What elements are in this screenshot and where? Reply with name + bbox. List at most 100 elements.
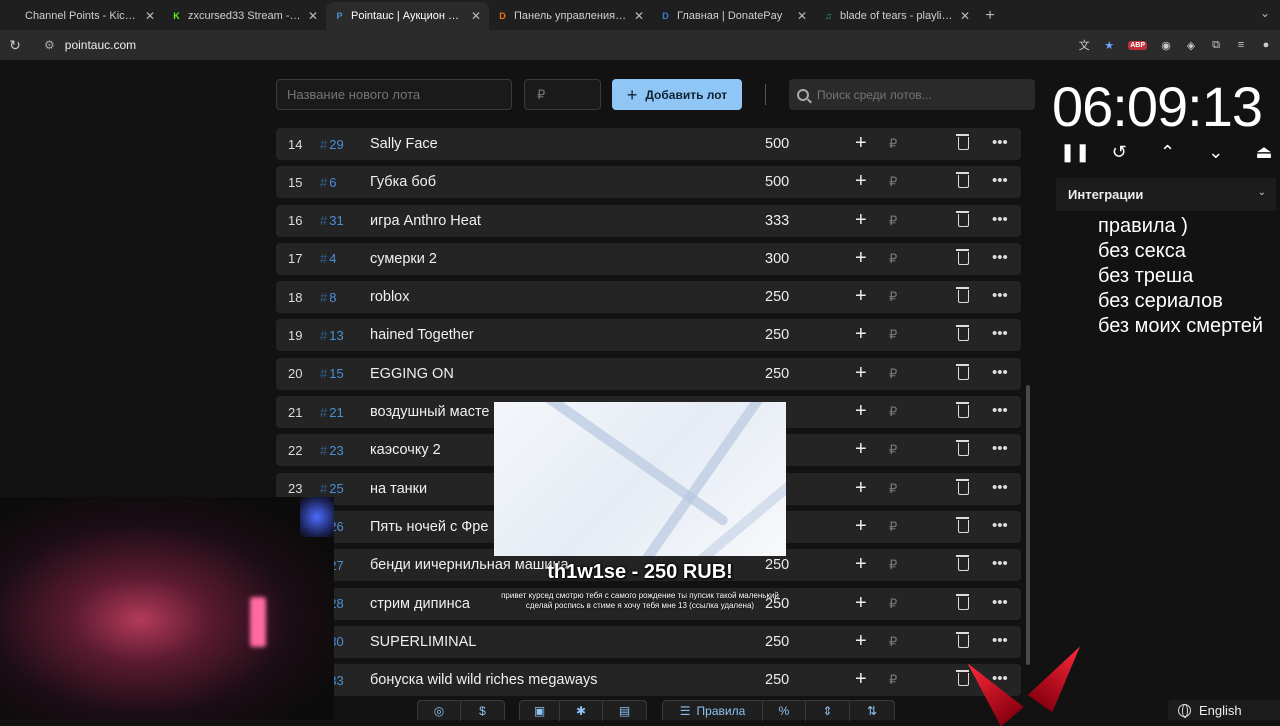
browser-tab[interactable]: Channel Points - Kick Dashboard ✕	[0, 2, 163, 30]
lot-name[interactable]: roblox	[370, 289, 410, 305]
bookmark-star-icon[interactable]: ★	[1103, 39, 1115, 52]
lot-name[interactable]: Губка боб	[370, 174, 436, 190]
integrations-panel[interactable]: Интеграции ⌄	[1056, 178, 1276, 211]
plus-icon[interactable]: +	[855, 516, 867, 536]
lot-row[interactable]: #33бонуска wild wild riches megaways250+…	[276, 664, 1021, 697]
chevron-up-icon[interactable]: ⌃	[1157, 142, 1179, 163]
lot-amount[interactable]: 500	[765, 136, 789, 152]
plus-icon[interactable]: +	[855, 286, 867, 306]
trash-icon[interactable]	[956, 210, 969, 227]
plus-icon[interactable]: +	[855, 324, 867, 344]
more-icon[interactable]: •••	[992, 440, 1008, 457]
more-icon[interactable]: •••	[992, 134, 1008, 151]
github-icon[interactable]: ◎	[418, 700, 461, 721]
trash-icon[interactable]	[956, 248, 969, 265]
lot-name[interactable]: SUPERLIMINAL	[370, 634, 476, 650]
lot-amount[interactable]: 250	[765, 289, 789, 305]
lot-name[interactable]: на танки	[370, 481, 427, 497]
lot-row[interactable]: #30SUPERLIMINAL250+₽•••	[276, 625, 1021, 658]
plus-icon[interactable]: +	[855, 133, 867, 153]
reset-icon[interactable]: ↺	[1108, 142, 1130, 163]
plus-icon[interactable]: +	[855, 171, 867, 191]
close-icon[interactable]: ✕	[308, 9, 318, 23]
more-icon[interactable]: •••	[992, 325, 1008, 342]
chevron-down-icon[interactable]: ⌄	[1205, 142, 1227, 163]
donate-icon[interactable]: $	[461, 701, 504, 721]
lots-scrollbar[interactable]	[1026, 385, 1030, 665]
lot-row[interactable]: 19 #13 hained Together 250 + ₽ •••	[276, 319, 1021, 352]
lot-row[interactable]: 14 #29 Sally Face 500 + ₽ •••	[276, 128, 1021, 160]
browser-tab[interactable]: D Главная | DonatePay ✕	[652, 2, 815, 30]
close-icon[interactable]: ✕	[634, 9, 644, 23]
translate-icon[interactable]: 文	[1078, 37, 1090, 53]
adblock-icon[interactable]: ABP	[1128, 40, 1147, 50]
more-icon[interactable]: •••	[992, 211, 1008, 228]
lot-row[interactable]: 18 #8 roblox 250 + ₽ •••	[276, 281, 1021, 314]
lot-search-input[interactable]	[817, 87, 1017, 102]
rules-button[interactable]: ☰ Правила	[663, 700, 763, 721]
lot-name[interactable]: Sally Face	[370, 136, 438, 152]
add-lot-button[interactable]: + Добавить лот	[612, 79, 742, 110]
chevron-down-icon[interactable]: ⌄	[1260, 6, 1270, 20]
trash-icon[interactable]	[956, 516, 969, 533]
browser-tab[interactable]: ♫ blade of tears - playlist by выбор ✕	[815, 2, 978, 30]
browser-tab[interactable]: P Pointauc | Аукцион для стримеров ✕	[326, 2, 489, 30]
reading-list-icon[interactable]: ≡	[1235, 39, 1247, 51]
close-icon[interactable]: ✕	[797, 9, 807, 23]
lot-amount[interactable]: 333	[765, 213, 789, 229]
more-icon[interactable]: •••	[992, 594, 1008, 611]
trash-icon[interactable]	[956, 670, 969, 687]
plus-icon[interactable]: +	[855, 631, 867, 651]
lot-name[interactable]: стрим дипинса	[370, 596, 470, 612]
new-tab-button[interactable]: +	[978, 2, 1002, 30]
trash-icon[interactable]	[956, 134, 969, 150]
trash-icon[interactable]	[956, 478, 969, 495]
lot-amount[interactable]: 300	[765, 251, 789, 267]
close-icon[interactable]: ✕	[145, 9, 155, 23]
lot-amount[interactable]: 250	[765, 327, 789, 343]
omnibox[interactable]: ⚙ pointauc.com	[36, 33, 1056, 57]
trash-icon[interactable]	[956, 593, 969, 610]
plus-icon[interactable]: +	[855, 478, 867, 498]
trash-icon[interactable]	[956, 287, 969, 304]
trash-icon[interactable]	[956, 440, 969, 457]
browser-tab[interactable]: Kzxcursed33 Stream - Watch Live ✕	[163, 2, 326, 30]
close-icon[interactable]: ✕	[960, 9, 970, 23]
save-icon[interactable]: ▣	[520, 700, 560, 721]
lot-amount[interactable]: 500	[765, 174, 789, 190]
bug-icon[interactable]: ✱	[560, 700, 603, 721]
trash-icon[interactable]	[956, 325, 969, 342]
plus-icon[interactable]: +	[855, 669, 867, 689]
close-icon[interactable]: ✕	[471, 9, 481, 23]
percent-icon[interactable]: %	[763, 700, 806, 721]
lot-amount[interactable]: 250	[765, 634, 789, 650]
more-icon[interactable]: •••	[992, 287, 1008, 304]
more-icon[interactable]: •••	[992, 249, 1008, 266]
sort-icon[interactable]: ⇅	[850, 701, 894, 721]
more-icon[interactable]: •••	[992, 364, 1008, 381]
plus-icon[interactable]: +	[855, 401, 867, 421]
new-lot-price-input[interactable]	[524, 79, 601, 110]
plus-icon[interactable]: +	[855, 210, 867, 230]
plus-icon[interactable]: +	[855, 248, 867, 268]
lot-name[interactable]: бонуска wild wild riches megaways	[370, 672, 598, 688]
more-icon[interactable]: •••	[992, 402, 1008, 419]
plus-icon[interactable]: +	[855, 593, 867, 613]
lot-name[interactable]: hained Together	[370, 327, 474, 343]
lot-name[interactable]: EGGING ON	[370, 366, 454, 382]
site-info-icon[interactable]: ⚙	[44, 38, 55, 52]
lot-row[interactable]: 16 #31 игра Anthro Heat 333 + ₽ •••	[276, 204, 1021, 237]
browser-tab[interactable]: D Панель управления - DonationAlerts ✕	[489, 2, 652, 30]
language-selector[interactable]: English	[1168, 700, 1280, 720]
puzzle-icon[interactable]: ⧉	[1210, 39, 1222, 52]
more-icon[interactable]: •••	[992, 479, 1008, 496]
pause-icon[interactable]: ❚❚	[1060, 142, 1090, 163]
lot-row[interactable]: 15 #6 Губка боб 500 + ₽ •••	[276, 166, 1021, 199]
trash-icon[interactable]	[956, 631, 969, 648]
lot-name[interactable]: Пять ночей с Фре	[370, 519, 488, 535]
trash-icon[interactable]	[956, 363, 969, 380]
lot-name[interactable]: сумерки 2	[370, 251, 437, 267]
more-icon[interactable]: •••	[992, 632, 1008, 649]
delete-all-icon[interactable]: ▤	[603, 701, 646, 721]
reload-icon[interactable]: ↻	[0, 37, 30, 54]
